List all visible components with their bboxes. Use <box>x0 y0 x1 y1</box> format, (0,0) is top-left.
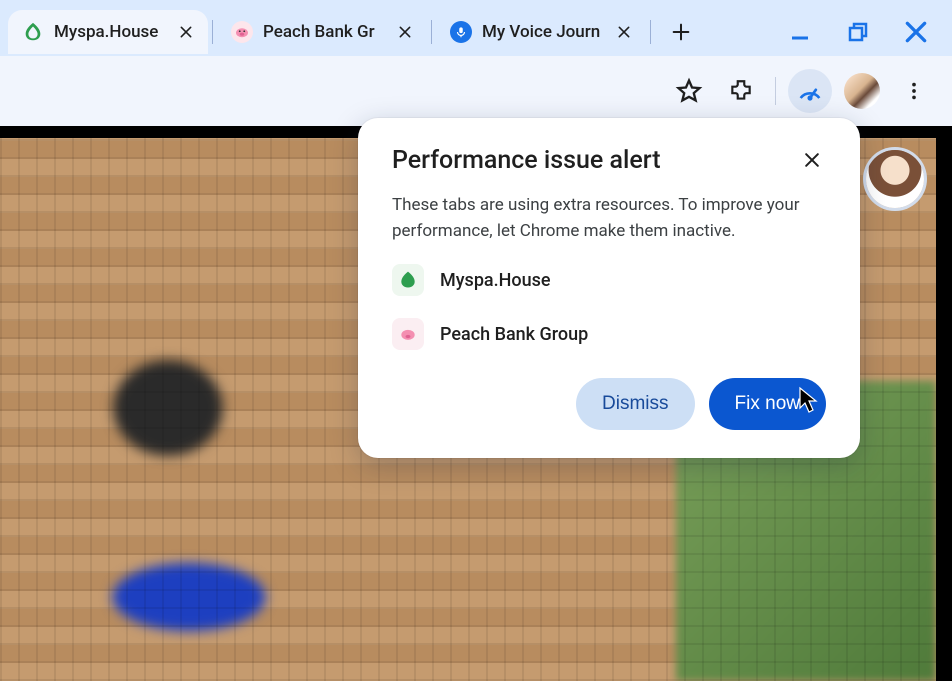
alert-tab-name: Peach Bank Group <box>440 324 588 345</box>
new-tab-button[interactable] <box>663 14 699 50</box>
alert-tab-item: Peach Bank Group <box>392 318 826 350</box>
browser-toolbar <box>0 56 952 126</box>
mic-icon <box>450 21 472 43</box>
pig-icon <box>392 318 424 350</box>
tab-myspa-house[interactable]: Myspa.House <box>8 10 208 54</box>
tab-separator <box>212 20 213 44</box>
restore-button[interactable] <box>844 18 872 46</box>
tab-separator <box>650 20 651 44</box>
alert-description: These tabs are using extra resources. To… <box>392 193 826 244</box>
extensions-button[interactable] <box>719 69 763 113</box>
tab-title: Peach Bank Gr <box>263 22 385 42</box>
tab-title: My Voice Journ <box>482 22 604 42</box>
alert-tab-list: Myspa.House Peach Bank Group <box>392 264 826 350</box>
performance-alert-panel: Performance issue alert These tabs are u… <box>358 118 860 458</box>
dismiss-button[interactable]: Dismiss <box>576 378 695 430</box>
window-controls <box>786 18 948 46</box>
close-window-button[interactable] <box>902 18 930 46</box>
tab-peach-bank[interactable]: Peach Bank Gr <box>217 10 427 54</box>
participant-avatar[interactable] <box>866 150 924 208</box>
fix-now-button[interactable]: Fix now <box>709 378 826 430</box>
tab-my-voice-journal[interactable]: My Voice Journ <box>436 10 646 54</box>
toolbar-separator <box>775 77 776 105</box>
tab-strip: Myspa.House Peach Bank Gr My Voice Journ <box>0 0 952 56</box>
tab-title: Myspa.House <box>54 22 166 42</box>
close-icon[interactable] <box>614 22 634 42</box>
tab-separator <box>431 20 432 44</box>
performance-button[interactable] <box>788 69 832 113</box>
close-icon[interactable] <box>395 22 415 42</box>
alert-tab-name: Myspa.House <box>440 270 551 291</box>
close-icon[interactable] <box>798 146 826 174</box>
profile-button[interactable] <box>840 69 884 113</box>
leaf-icon <box>22 21 44 43</box>
browser-menu-button[interactable] <box>892 69 936 113</box>
avatar-icon <box>844 73 880 109</box>
bookmark-star-button[interactable] <box>667 69 711 113</box>
close-icon[interactable] <box>176 22 196 42</box>
leaf-icon <box>392 264 424 296</box>
alert-tab-item: Myspa.House <box>392 264 826 296</box>
alert-actions: Dismiss Fix now <box>392 378 826 430</box>
minimize-button[interactable] <box>786 18 814 46</box>
pig-icon <box>231 21 253 43</box>
alert-title: Performance issue alert <box>392 146 661 175</box>
